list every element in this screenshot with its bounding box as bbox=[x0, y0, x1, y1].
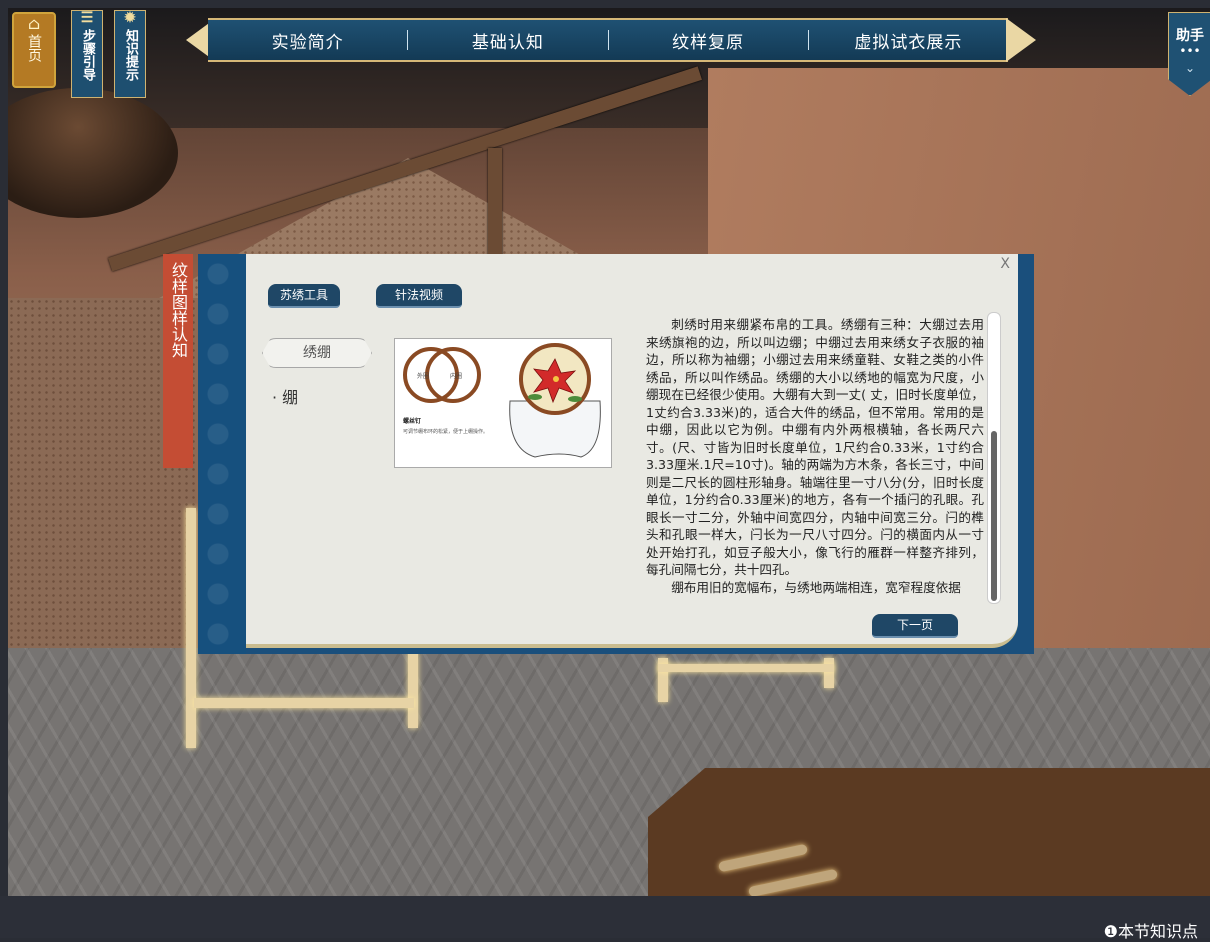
embroidery-frame-left-rail[interactable] bbox=[194, 698, 414, 708]
home-icon: ⌂ bbox=[27, 14, 41, 33]
more-dots-icon: ••• bbox=[1179, 44, 1201, 58]
knowledge-panel: X 苏绣工具 针法视频 绣绷 · 绷 外圈 内圈 螺丝钉 可调节绷布环的松紧，便… bbox=[198, 254, 1034, 654]
category-embroidery-hoop[interactable]: 绣绷 bbox=[262, 338, 372, 368]
next-page-button[interactable]: 下一页 bbox=[872, 614, 958, 638]
steps-guide-label: 步骤引导 bbox=[80, 29, 95, 81]
nav-item-pattern-restore[interactable]: 纹样复原 bbox=[609, 28, 808, 53]
nav-item-basics[interactable]: 基础认知 bbox=[408, 28, 607, 53]
assistant-label: 助手 bbox=[1176, 28, 1204, 44]
embroidery-frame-left-post[interactable] bbox=[186, 508, 196, 748]
text-scrollbar[interactable] bbox=[987, 312, 1001, 604]
ring-label-inner: 内圈 bbox=[450, 372, 462, 380]
tab-suzhou-tools[interactable]: 苏绣工具 bbox=[268, 284, 340, 308]
embroidery-frame-left-post2[interactable] bbox=[408, 648, 418, 728]
ring-label-outer: 外圈 bbox=[417, 372, 429, 380]
nav-item-intro[interactable]: 实验简介 bbox=[208, 28, 407, 53]
chevron-down-icon: ⌄ bbox=[1184, 61, 1196, 75]
assistant-button[interactable]: 助手 ••• ⌄ bbox=[1168, 12, 1210, 96]
figure-caption-title: 螺丝钉 bbox=[403, 417, 421, 425]
nav-bar: 实验简介 基础认知 纹样复原 虚拟试衣展示 bbox=[208, 18, 1008, 62]
side-tab-pattern-knowledge[interactable]: 纹样图样认知 bbox=[163, 254, 193, 468]
knowledge-tips-button[interactable]: ✹ 知识提示 bbox=[114, 10, 146, 98]
embroidery-frame-right-post2[interactable] bbox=[824, 658, 834, 688]
home-label: 首页 bbox=[26, 34, 42, 62]
panel-decorative-border bbox=[198, 254, 246, 654]
side-tab-label: 纹样图样认知 bbox=[169, 262, 188, 358]
figure-caption-text: 可调节绷布环的松紧，便于上绷操作。 bbox=[403, 428, 488, 435]
panel-right-border bbox=[1018, 254, 1034, 654]
hoop-illustration: 外圈 内圈 螺丝钉 可调节绷布环的松紧，便于上绷操作。 bbox=[403, 343, 601, 458]
roof-post bbox=[488, 148, 502, 268]
knowledge-text: 刺绣时用来绷紧布帛的工具。绣绷有三种：大绷过去用来绣旗袍的边，所以叫边绷；中绷过… bbox=[646, 316, 984, 604]
top-navigation: 实验简介 基础认知 纹样复原 虚拟试衣展示 bbox=[186, 12, 1036, 62]
knowledge-tips-label: 知识提示 bbox=[123, 29, 138, 81]
embroidery-frame-right-rail[interactable] bbox=[658, 664, 834, 672]
steps-guide-button[interactable]: ☰ 步骤引导 bbox=[71, 10, 103, 98]
nav-next-arrow[interactable] bbox=[1006, 18, 1036, 62]
scrollbar-thumb[interactable] bbox=[991, 431, 997, 601]
list-icon: ☰ bbox=[80, 10, 94, 26]
nav-item-virtual-fitting[interactable]: 虚拟试衣展示 bbox=[809, 28, 1008, 53]
sub-item-hoop[interactable]: · 绷 bbox=[272, 384, 298, 408]
lightbulb-icon: ✹ bbox=[124, 10, 136, 26]
footer-bar: ❶本节知识点 bbox=[0, 896, 1210, 941]
text-paragraph-1: 刺绣时用来绷紧布帛的工具。绣绷有三种：大绷过去用来绣旗袍的边，所以叫边绷；中绷过… bbox=[646, 317, 984, 577]
wooden-table bbox=[648, 768, 1210, 896]
tab-stitch-videos[interactable]: 针法视频 bbox=[376, 284, 462, 308]
home-button[interactable]: ⌂ 首页 bbox=[12, 12, 56, 88]
close-button[interactable]: X bbox=[1000, 256, 1010, 272]
panel-content: X 苏绣工具 针法视频 绣绷 · 绷 外圈 内圈 螺丝钉 可调节绷布环的松紧，便… bbox=[246, 254, 1018, 648]
text-paragraph-2: 绷布用旧的宽幅布，与绣地两端相连，宽窄程度依据 bbox=[671, 579, 961, 595]
section-knowledge-link[interactable]: ❶本节知识点 bbox=[1104, 918, 1198, 942]
embroidery-hoop-figure: 外圈 内圈 螺丝钉 可调节绷布环的松紧，便于上绷操作。 bbox=[394, 338, 612, 468]
